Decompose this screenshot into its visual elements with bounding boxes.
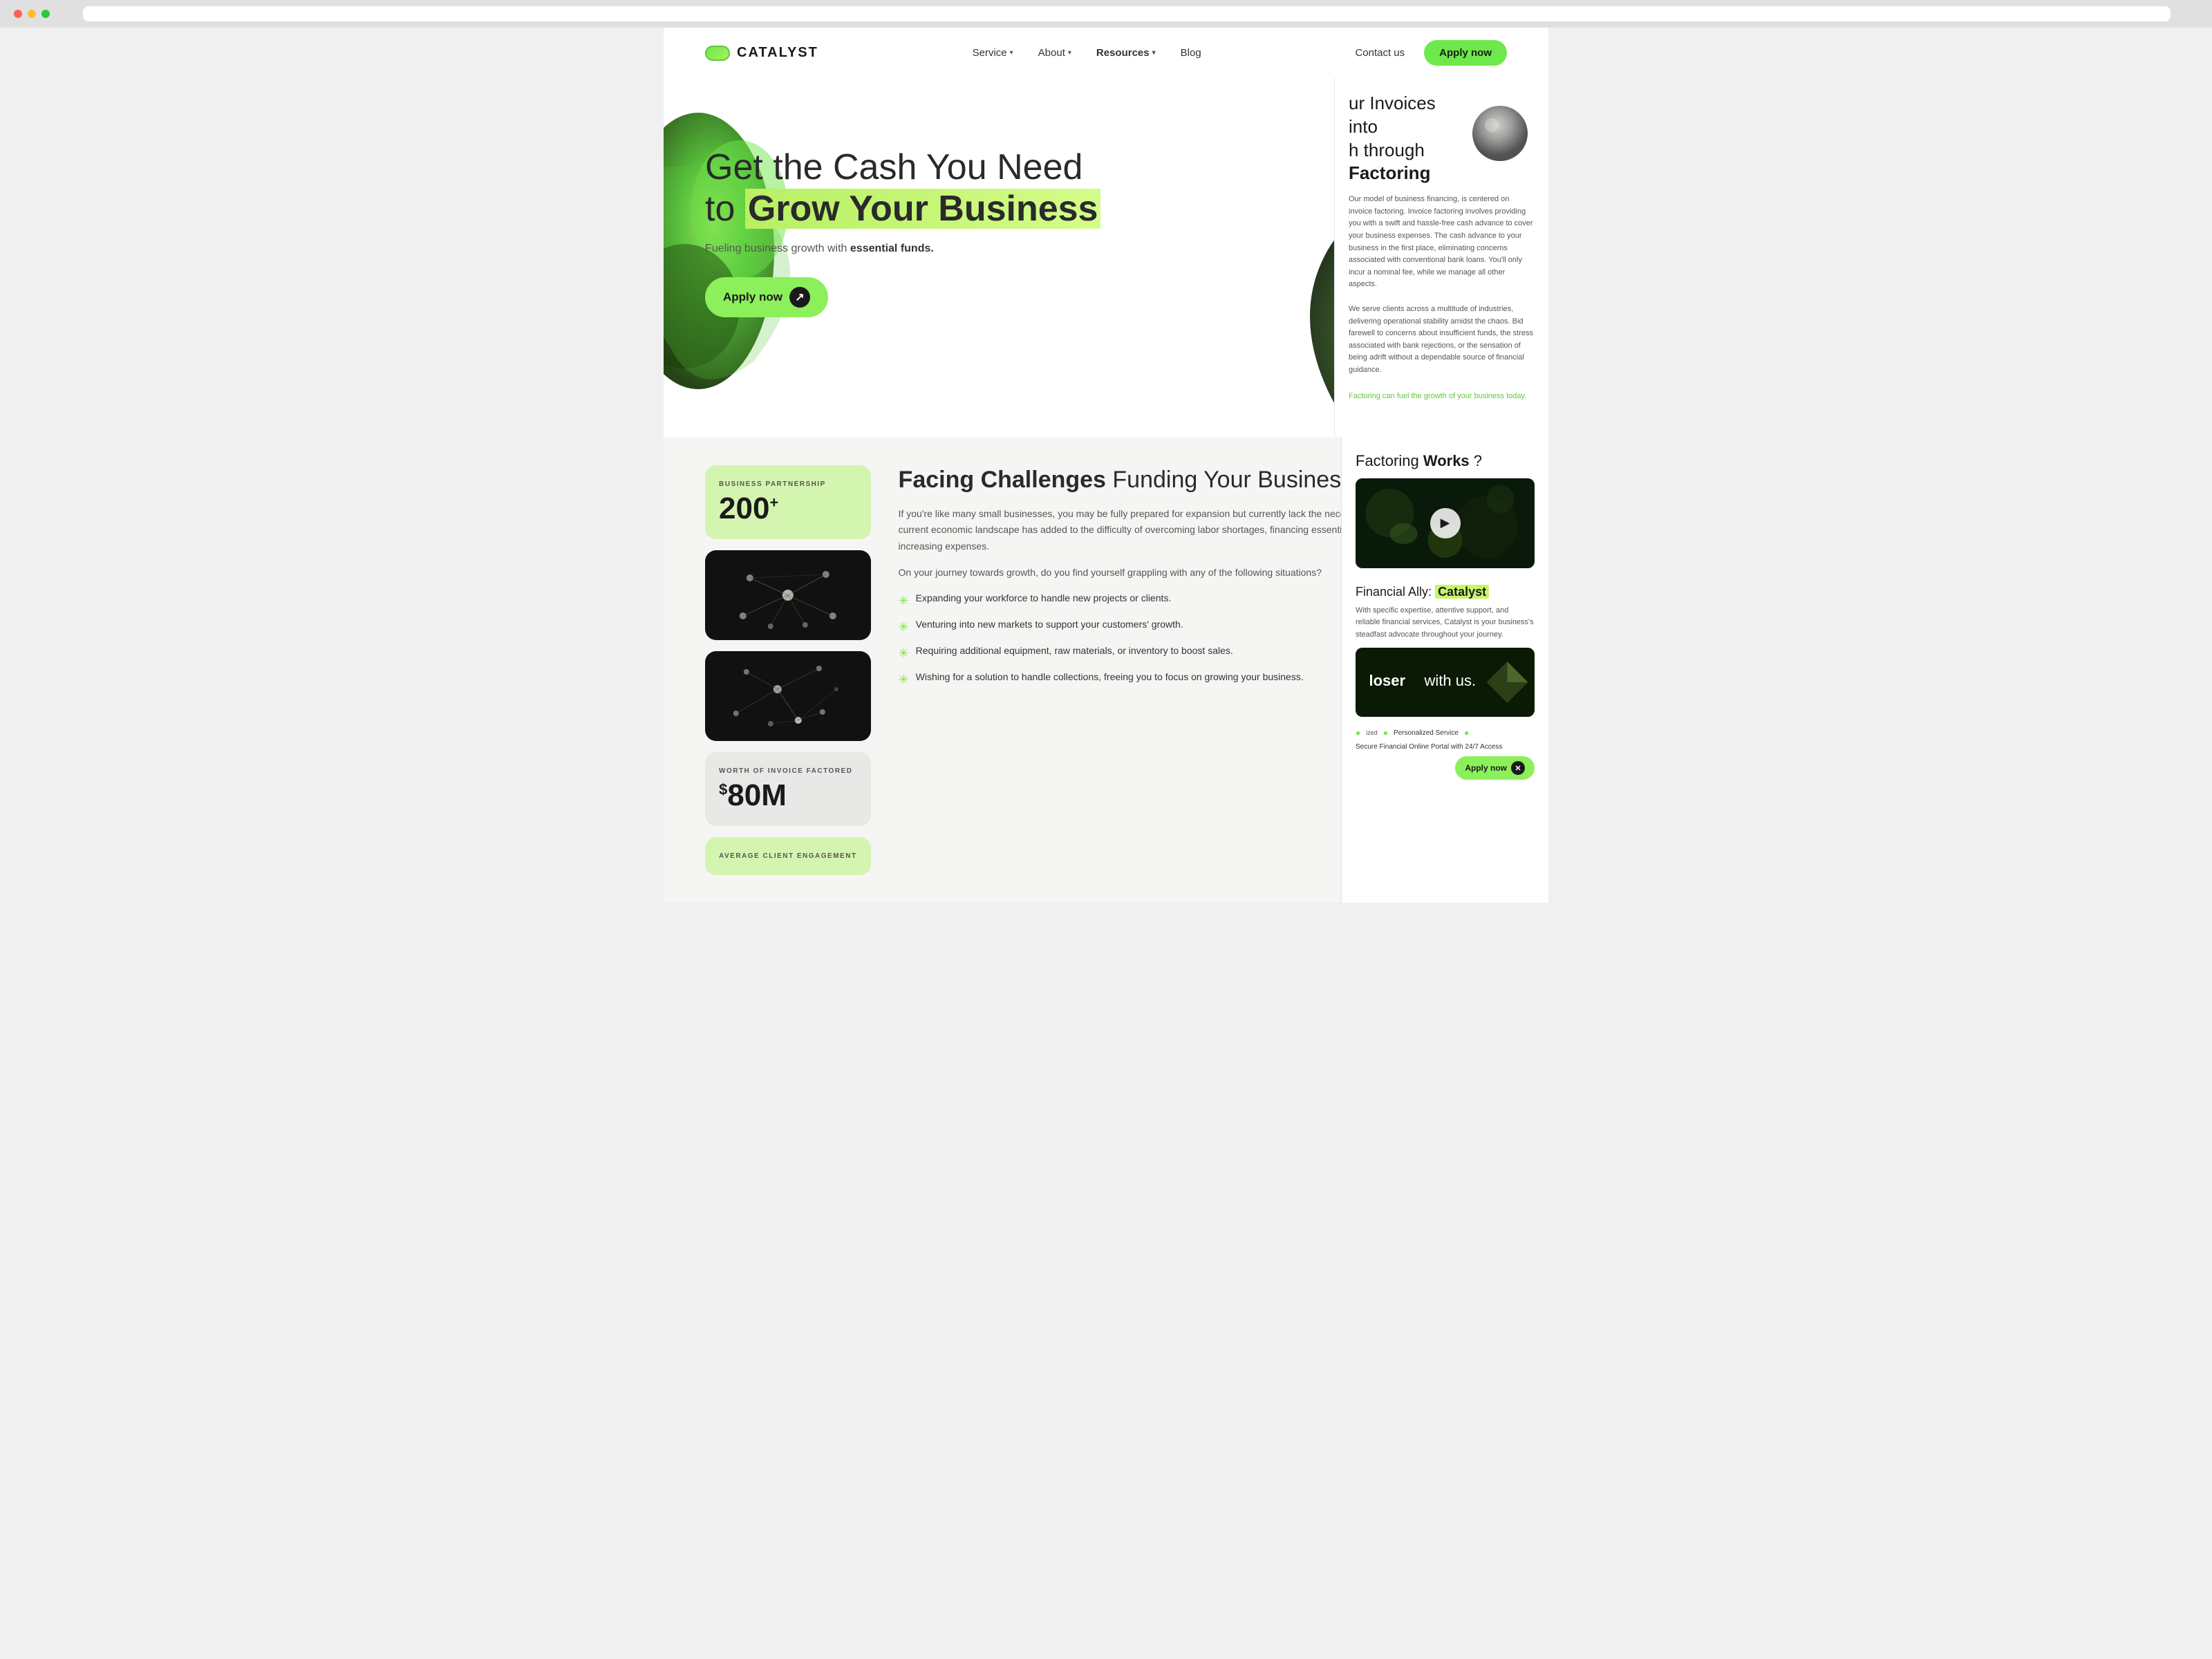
star-icon: ✳: [899, 644, 909, 663]
rp-ally-body: With specific expertise, attentive suppo…: [1356, 605, 1535, 641]
right-panel-factoring-body2: We serve clients across a multitude of i…: [1349, 303, 1535, 377]
hero-section: Get the Cash You Need to Grow Your Busin…: [664, 78, 1548, 438]
stat-label-invoice: WORTH OF INVOICE FACTORED: [719, 767, 857, 775]
stat-card-invoice: WORTH OF INVOICE FACTORED $80M: [705, 752, 871, 826]
stat-value-invoice: $80M: [719, 780, 857, 811]
contact-link[interactable]: Contact us: [1355, 47, 1405, 59]
nav-links: Service ▾ About ▾ Resources ▾ Blog: [973, 47, 1201, 59]
rp-factoring-works: Factoring Works ? ▶: [1356, 451, 1535, 568]
dark-card-visual: loser with us.: [1356, 648, 1535, 717]
star-icon: ✳: [899, 618, 909, 637]
rp-label-personalized: Personalized Service: [1394, 729, 1459, 737]
stat-card-partnership: BUSINESS PARTNERSHIP 200+: [705, 465, 871, 539]
hero-subtitle: Fueling business growth with essential f…: [705, 243, 1120, 255]
apply-now-button-nav[interactable]: Apply now: [1424, 40, 1507, 66]
logo[interactable]: CATALYST: [705, 45, 818, 61]
stat-label-engagement: AVERAGE CLIENT ENGAGEMENT: [719, 852, 857, 860]
rp-label-secure: Secure Financial Online Portal with 24/7…: [1356, 743, 1502, 751]
rp-bottom-bar: ● ized ● Personalized Service ● Secure F…: [1356, 728, 1535, 780]
nav-item-about[interactable]: About ▾: [1038, 47, 1071, 59]
nav-right: Contact us Apply now: [1355, 40, 1507, 66]
play-button[interactable]: ▶: [1430, 508, 1461, 538]
dot-icon: ●: [1383, 728, 1388, 738]
logo-icon: [705, 46, 730, 61]
stat-value-partnership: 200+: [719, 494, 857, 524]
apply-now-button-bottom[interactable]: Apply now ✕: [1455, 756, 1535, 780]
rp-label-1: ized: [1366, 729, 1378, 736]
apply-now-button-hero[interactable]: Apply now ↗: [705, 277, 828, 317]
navbar: CATALYST Service ▾ About ▾ Resources ▾: [664, 28, 1548, 78]
rp-dark-card: loser with us.: [1356, 648, 1535, 717]
stat-card-engagement: AVERAGE CLIENT ENGAGEMENT: [705, 837, 871, 875]
stat-label-partnership: BUSINESS PARTNERSHIP: [719, 480, 857, 488]
right-panel-factoring-link[interactable]: Factoring can fuel the growth of your bu…: [1349, 392, 1526, 400]
rp-video-player[interactable]: ▶: [1356, 478, 1535, 568]
bottom-section: BUSINESS PARTNERSHIP 200+: [664, 438, 1548, 903]
dot-icon: ●: [1356, 728, 1360, 738]
svg-text:with us.: with us.: [1424, 672, 1477, 689]
right-panel-bottom: Factoring Works ? ▶: [1341, 438, 1548, 903]
brand-name: CATALYST: [737, 45, 818, 61]
rp-ally-title: Financial Ally: Catalyst: [1356, 585, 1535, 599]
nav-item-resources[interactable]: Resources ▾: [1096, 47, 1156, 59]
svg-text:loser: loser: [1369, 672, 1406, 689]
star-icon: ✳: [899, 592, 909, 610]
network-icon-2: [705, 651, 871, 741]
close-icon: ✕: [1511, 761, 1525, 775]
rp-ally-section: Financial Ally: Catalyst With specific e…: [1356, 585, 1535, 780]
stat-card-network1: [705, 550, 871, 640]
star-icon: ✳: [899, 671, 909, 689]
arrow-icon: ↗: [789, 287, 810, 308]
network-icon: [705, 550, 871, 640]
right-panel-factoring-body1: Our model of business financing, is cent…: [1349, 194, 1535, 291]
chevron-down-icon: ▾: [1152, 49, 1156, 57]
hero-title: Get the Cash You Need to Grow Your Busin…: [705, 147, 1120, 230]
dot-icon: ●: [1464, 728, 1469, 738]
stats-column: BUSINESS PARTNERSHIP 200+: [705, 465, 871, 875]
hero-content: Get the Cash You Need to Grow Your Busin…: [705, 147, 1120, 317]
hero-right-overlay: ur Invoices into h through Factoring Our…: [1334, 78, 1548, 438]
chevron-down-icon: ▾: [1010, 49, 1013, 57]
rp-factoring-works-title: Factoring Works ?: [1356, 451, 1535, 471]
sphere-decoration: [1452, 92, 1535, 175]
nav-item-service[interactable]: Service ▾: [973, 47, 1013, 59]
stat-card-network2: [705, 651, 871, 741]
chevron-down-icon: ▾: [1068, 49, 1071, 57]
nav-item-blog[interactable]: Blog: [1181, 47, 1201, 59]
